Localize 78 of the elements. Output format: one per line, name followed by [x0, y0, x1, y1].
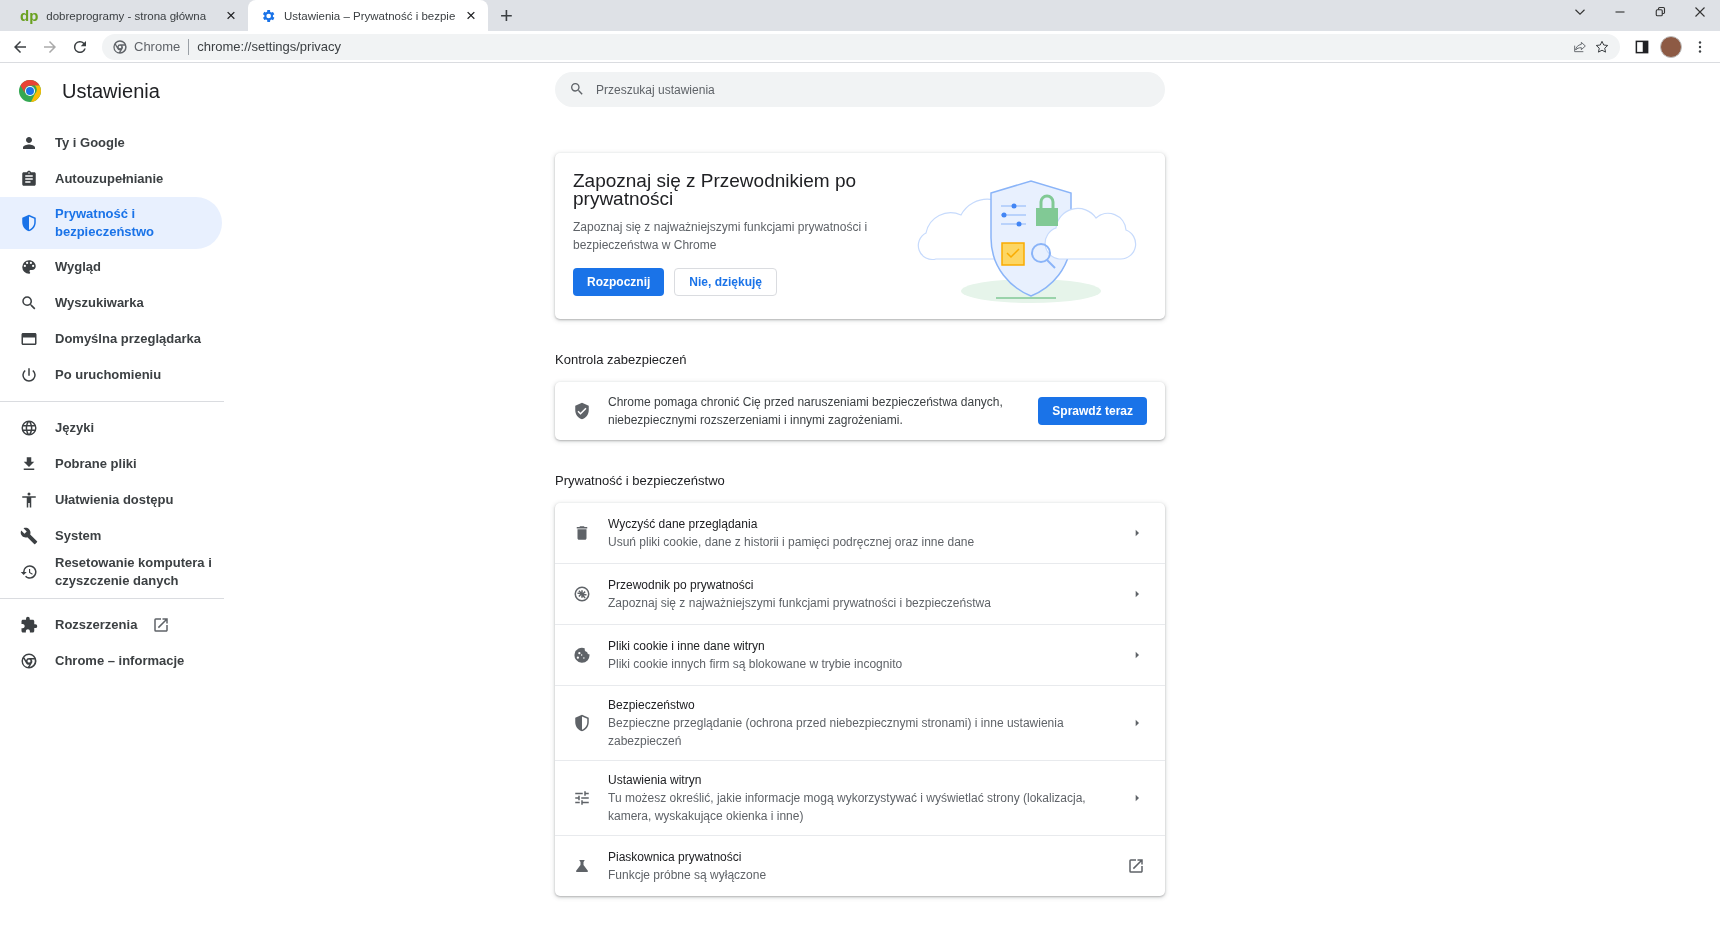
- row-title: Bezpieczeństwo: [608, 697, 696, 714]
- row-title: Pliki cookie i inne dane witryn: [608, 638, 766, 655]
- no-thanks-button[interactable]: Nie, dziękuję: [674, 268, 778, 296]
- chrome-icon: [20, 652, 38, 670]
- settings-row[interactable]: Bezpieczeństwo Bezpieczne przeglądanie (ochrona przed niebezpiecznymi stronami) i inne ustawienia zabezpieczeń: [555, 685, 1165, 760]
- browser-window-icon: [20, 330, 38, 348]
- section-heading: Kontrola zabezpieczeń: [555, 352, 688, 367]
- row-subtitle: Zapoznaj się z najważniejszymi funkcjami prywatności i bezpieczeństwa: [608, 595, 992, 612]
- site-label: Chrome: [134, 39, 181, 54]
- sidebar-item[interactable]: System: [0, 518, 222, 554]
- history-icon: [20, 563, 38, 581]
- sidebar-item[interactable]: Chrome – informacje: [0, 643, 222, 679]
- globe-icon: [20, 419, 38, 437]
- settings-row[interactable]: Ustawienia witryn Tu możesz określić, jakie informacje mogą wykorzystywać i wyświetlać strony (lokalizacja, kamera, wyskakujące okienka i inne): [555, 760, 1165, 835]
- shield-icon: [573, 714, 591, 732]
- close-tab-button[interactable]: ×: [226, 5, 236, 26]
- safety-check-text: Chrome pomaga chronić Cię przed naruszeniami bezpieczeństwa danych, niebezpiecznymi rozszerzeniami i innymi zagrożeniami.: [608, 394, 1004, 429]
- settings-row[interactable]: Wyczyść dane przeglądania Usuń pliki cookie, dane z historii i pamięci podręcznej oraz inne dane: [555, 503, 1165, 563]
- close-tab-button[interactable]: ×: [466, 5, 476, 26]
- accessibility-icon: [20, 491, 38, 509]
- avatar[interactable]: [1660, 35, 1682, 58]
- new-tab-button[interactable]: +: [488, 2, 525, 29]
- sidebar-item[interactable]: Autouzupełnianie: [0, 161, 222, 197]
- clipboard-icon: [20, 170, 38, 188]
- power-icon: [20, 366, 38, 384]
- settings-title: Ustawienia: [62, 79, 160, 103]
- chrome-logo-icon: [18, 79, 42, 103]
- search-field[interactable]: Przeszukaj ustawienia: [555, 72, 1165, 107]
- person-icon: [20, 134, 38, 152]
- sidebar-item[interactable]: Wygląd: [0, 249, 222, 285]
- sidebar-item[interactable]: Domyślna przeglądarka: [0, 321, 222, 357]
- sidebar-item[interactable]: Ty i Google: [0, 125, 222, 161]
- promo-title: Zapoznaj się z Przewodnikiem po prywatności: [573, 172, 858, 208]
- settings-row[interactable]: Piaskownica prywatności Funkcje próbne są wyłączone: [555, 835, 1165, 896]
- settings-row[interactable]: Pliki cookie i inne dane witryn Pliki cookie innych firm są blokowane w trybie incognito: [555, 624, 1165, 685]
- row-subtitle: Tu możesz określić, jakie informacje mogą wykorzystywać i wyświetlać strony (lokalizacja, kamera, wyskakujące okienka i inne): [608, 790, 1087, 825]
- settings-row[interactable]: Przewodnik po prywatności Zapoznaj się z najważniejszymi funkcjami prywatności i bezpieczeństwa: [555, 563, 1165, 624]
- row-title: Piaskownica prywatności: [608, 849, 743, 866]
- sidebar-item[interactable]: Rozszerzenia: [0, 607, 222, 643]
- url-text: chrome://settings/privacy: [197, 39, 342, 54]
- row-title: Wyczyść dane przeglądania: [608, 516, 759, 533]
- compass-icon: [573, 585, 591, 603]
- row-subtitle: Pliki cookie innych firm są blokowane w trybie incognito: [608, 656, 904, 673]
- cookie-icon: [573, 646, 591, 664]
- search-icon: [569, 81, 585, 97]
- sidebar-item[interactable]: Po uruchomieniu: [0, 357, 222, 393]
- check-now-button[interactable]: Sprawdź teraz: [1038, 397, 1147, 425]
- site-favicon: dp: [20, 7, 39, 24]
- row-subtitle: Bezpieczne przeglądanie (ochrona przed niebezpiecznymi stronami) i inne ustawienia zabezpieczeń: [608, 715, 1065, 750]
- sidebar-item[interactable]: Pobrane pliki: [0, 446, 222, 482]
- row-title: Przewodnik po prywatności: [608, 577, 755, 594]
- flask-icon: [573, 857, 591, 875]
- row-subtitle: Funkcje próbne są wyłączone: [608, 867, 768, 884]
- sidebar-item[interactable]: Języki: [0, 410, 222, 446]
- wrench-icon: [20, 527, 38, 545]
- sidebar-item[interactable]: Prywatność i bezpieczeństwo: [0, 197, 222, 249]
- address-bar[interactable]: Chrome chrome://settings/privacy: [102, 33, 1620, 60]
- section-heading: Prywatność i bezpieczeństwo: [555, 473, 726, 488]
- sidebar-item[interactable]: Resetowanie komputera i czyszczenie danych: [0, 554, 222, 590]
- sidebar-item[interactable]: Wyszukiwarka: [0, 285, 222, 321]
- sidebar-item[interactable]: Ułatwienia dostępu: [0, 482, 222, 518]
- shield-icon: [20, 214, 38, 232]
- chrome-icon: [112, 38, 128, 55]
- star-icon[interactable]: [1594, 38, 1610, 55]
- browser-tab[interactable]: Ustawienia – Prywatność i bezpie ×: [248, 0, 488, 31]
- gear-icon: [260, 7, 276, 24]
- tab-title: dobreprogramy - strona główna: [46, 9, 208, 22]
- puzzle-icon: [20, 616, 38, 634]
- start-button[interactable]: Rozpocznij: [573, 268, 665, 296]
- tab-title: Ustawienia – Prywatność i bezpie: [284, 9, 457, 22]
- browser-tab[interactable]: dp dobreprogramy - strona główna ×: [8, 0, 248, 31]
- row-title: Ustawienia witryn: [608, 772, 703, 789]
- shield-check-icon: [573, 402, 591, 420]
- promo-description: Zapoznaj się z najważniejszymi funkcjami prywatności i bezpieczeństwa w Chrome: [573, 219, 869, 254]
- sliders-icon: [573, 789, 591, 807]
- row-subtitle: Usuń pliki cookie, dane z historii i pamięci podręcznej oraz inne dane: [608, 534, 976, 551]
- search-icon: [20, 294, 38, 312]
- palette-icon: [20, 258, 38, 276]
